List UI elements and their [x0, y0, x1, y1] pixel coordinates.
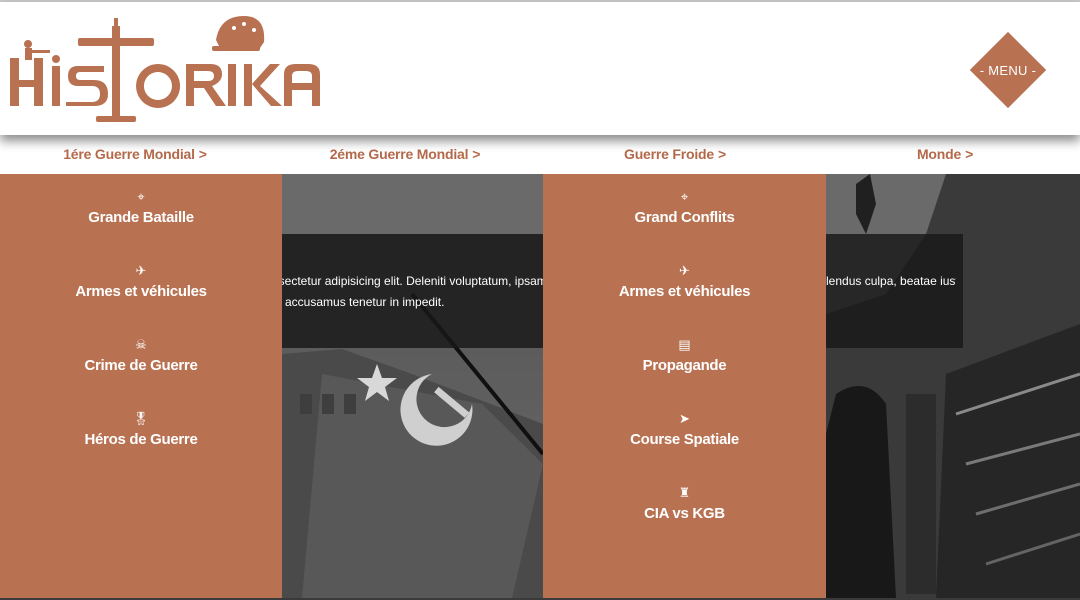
slide-caption-line: accusamus tenetur in impedit.: [285, 295, 445, 309]
submenu-cold-war: ⌖ Grand Conflits ✈ Armes et véhicules ▤ …: [543, 174, 826, 598]
submenu-item-armes-vehicules[interactable]: ✈ Armes et véhicules: [543, 262, 826, 300]
nav-item-label: Monde: [916, 145, 962, 162]
submenu-item-grand-conflits[interactable]: ⌖ Grand Conflits: [543, 188, 826, 226]
chevron-right-icon: >: [718, 145, 726, 162]
newspaper-icon: ▤: [678, 337, 691, 352]
nav-item-label: 2éme Guerre Mondial: [329, 145, 469, 162]
binoculars-icon: ⌖: [137, 189, 145, 204]
submenu-item-label: Grand Conflits: [634, 209, 735, 226]
plane-icon: ✈: [135, 263, 147, 278]
submenu-item-label: Armes et véhicules: [618, 283, 751, 300]
submenu-item-crime-de-guerre[interactable]: ☠ Crime de Guerre: [0, 336, 282, 374]
plane-icon: ✈: [679, 263, 690, 278]
submenu-item-label: CIA vs KGB: [644, 505, 725, 522]
nav-item-label: Guerre Froide: [624, 145, 714, 162]
submenu-item-label: Course Spatiale: [630, 431, 739, 448]
slide-caption-line: nsectetur adipisicing elit. Deleniti vol…: [272, 274, 543, 288]
medal-icon: 🎖: [132, 411, 150, 426]
chevron-right-icon: >: [198, 145, 207, 162]
chevron-right-icon: >: [472, 145, 481, 162]
historika-logo[interactable]: [8, 8, 320, 130]
submenu-first-world-war: ⌖ Grande Bataille ✈ Armes et véhicules ☠…: [0, 174, 282, 598]
submenu-item-propagande[interactable]: ▤ Propagande: [543, 336, 826, 374]
chevron-right-icon: >: [965, 145, 974, 162]
nav-item-world[interactable]: Monde >: [810, 135, 1080, 174]
nav-item-cold-war[interactable]: Guerre Froide >: [540, 135, 810, 174]
submenu-item-armes-vehicules[interactable]: ✈ Armes et véhicules: [0, 262, 282, 300]
submenu-item-label: Propagande: [642, 357, 727, 374]
content-area: nsectetur adipisicing elit. Deleniti vol…: [0, 174, 1080, 598]
submenu-item-label: Crime de Guerre: [84, 357, 198, 374]
submenu-item-grande-bataille[interactable]: ⌖ Grande Bataille: [0, 188, 282, 226]
nav-item-label: 1ére Guerre Mondial: [63, 145, 195, 162]
nav-item-second-world-war[interactable]: 2éme Guerre Mondial >: [270, 135, 540, 174]
submenu-item-heros-de-guerre[interactable]: 🎖 Héros de Guerre: [0, 410, 282, 448]
skull-icon: ☠: [135, 337, 147, 352]
submenu-item-cia-vs-kgb[interactable]: ♜ CIA vs KGB: [543, 484, 826, 522]
submenu-item-label: Armes et véhicules: [75, 283, 207, 300]
rocket-icon: ➤: [679, 411, 690, 426]
menu-button[interactable]: - MENU -: [969, 31, 1047, 109]
menu-label: - MENU -: [979, 62, 1037, 78]
submenu-item-label: Grande Bataille: [88, 209, 194, 226]
spy-icon: ♜: [678, 485, 691, 500]
submenu-item-label: Héros de Guerre: [84, 431, 198, 448]
site-header: - MENU -: [0, 2, 1080, 135]
main-nav: 1ére Guerre Mondial > 2éme Guerre Mondia…: [0, 135, 1080, 174]
binoculars-icon: ⌖: [680, 189, 689, 204]
slide-caption-line: lendus culpa, beatae iusto: [826, 274, 956, 288]
nav-item-first-world-war[interactable]: 1ére Guerre Mondial >: [0, 135, 270, 174]
submenu-item-course-spatiale[interactable]: ➤ Course Spatiale: [543, 410, 826, 448]
